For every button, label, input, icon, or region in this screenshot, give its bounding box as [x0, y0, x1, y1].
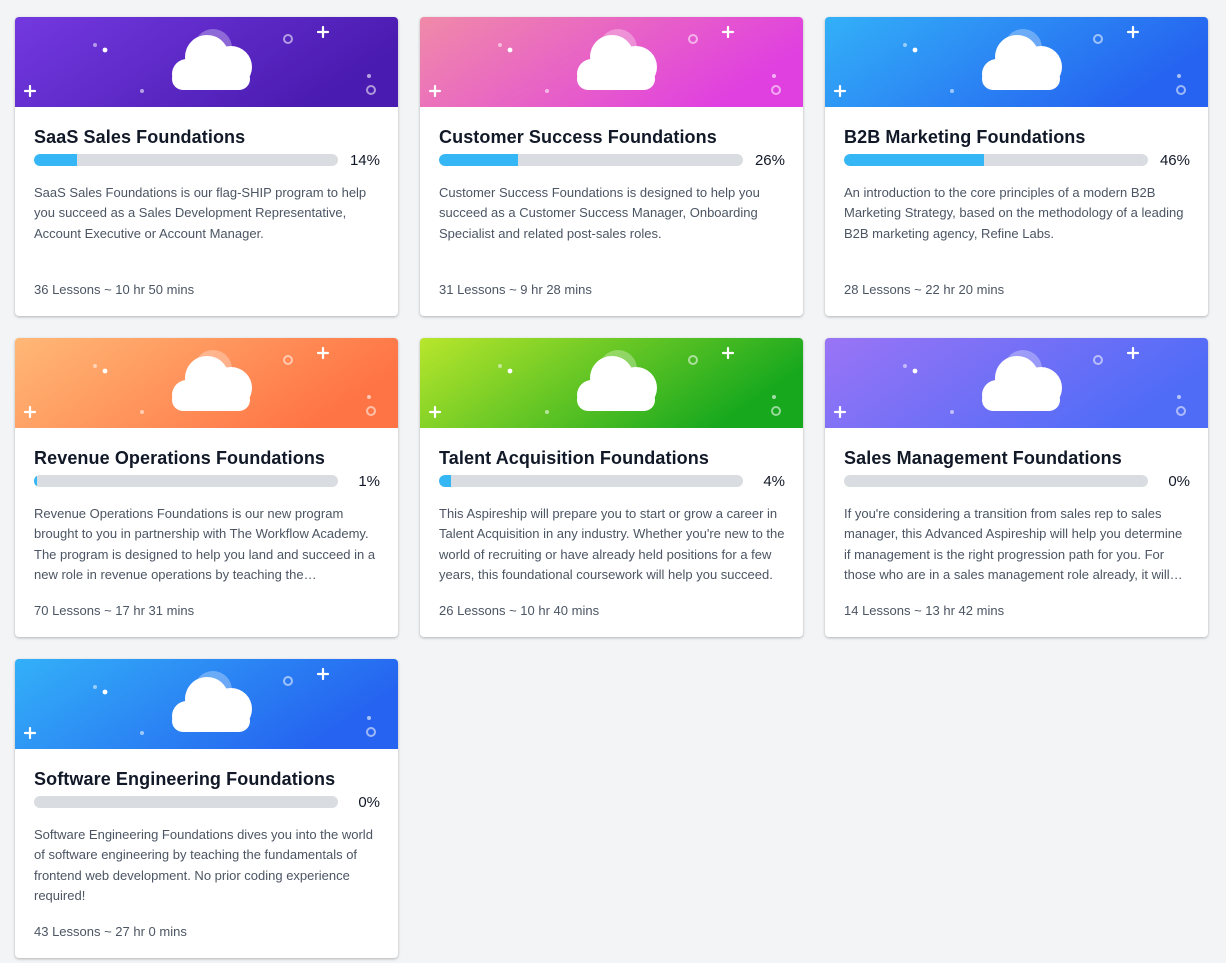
progress-track	[844, 154, 1148, 166]
course-lessons: 28 Lessons ~ 22 hr 20 mins	[844, 282, 1005, 297]
course-body: SaaS Sales Foundations 14% SaaS Sales Fo…	[15, 107, 398, 316]
course-card[interactable]: Revenue Operations Foundations 1% Revenu…	[15, 338, 398, 637]
course-progress: 0%	[34, 793, 380, 811]
course-lessons: 14 Lessons ~ 13 hr 42 mins	[844, 603, 1005, 618]
course-body: Software Engineering Foundations 0% Soft…	[15, 749, 398, 958]
progress-fill	[439, 154, 519, 166]
progress-percent: 14%	[349, 151, 380, 169]
course-body: Revenue Operations Foundations 1% Revenu…	[15, 428, 398, 637]
course-title[interactable]: SaaS Sales Foundations	[34, 126, 380, 148]
banner-art	[825, 338, 1208, 428]
progress-fill	[34, 154, 77, 166]
course-description: Software Engineering Foundations dives y…	[34, 827, 373, 903]
course-card[interactable]: Customer Success Foundations 26% Custome…	[420, 17, 803, 316]
banner-art	[420, 17, 803, 107]
progress-track	[34, 154, 338, 166]
course-progress: 26%	[439, 151, 785, 169]
course-card[interactable]: Sales Management Foundations 0% If you'r…	[825, 338, 1208, 637]
course-banner	[420, 17, 803, 107]
course-description: Customer Success Foundations is designed…	[439, 185, 760, 241]
course-body: B2B Marketing Foundations 46% An introdu…	[825, 107, 1208, 316]
progress-fill	[844, 154, 984, 166]
progress-track	[34, 796, 338, 808]
banner-art	[825, 17, 1208, 107]
banner-art	[15, 338, 398, 428]
course-body: Customer Success Foundations 26% Custome…	[420, 107, 803, 316]
course-progress: 14%	[34, 151, 380, 169]
course-description: Revenue Operations Foundations is our ne…	[34, 506, 376, 582]
banner-art	[15, 659, 398, 749]
progress-percent: 26%	[754, 151, 785, 169]
progress-percent: 0%	[358, 793, 380, 811]
course-lessons: 70 Lessons ~ 17 hr 31 mins	[34, 603, 195, 618]
progress-track	[439, 475, 743, 487]
course-body: Talent Acquisition Foundations 4% This A…	[420, 428, 803, 637]
banner-art	[420, 338, 803, 428]
course-grid: SaaS Sales Foundations 14% SaaS Sales Fo…	[15, 17, 1208, 958]
course-title[interactable]: Software Engineering Foundations	[34, 768, 380, 790]
course-lessons: 43 Lessons ~ 27 hr 0 mins	[34, 924, 187, 939]
course-title[interactable]: Revenue Operations Foundations	[34, 447, 380, 469]
course-title[interactable]: Talent Acquisition Foundations	[439, 447, 785, 469]
course-description: SaaS Sales Foundations is our flag-SHIP …	[34, 185, 367, 241]
course-banner	[15, 659, 398, 749]
progress-percent: 0%	[1168, 472, 1190, 490]
course-progress: 0%	[844, 472, 1190, 490]
course-banner	[825, 338, 1208, 428]
course-progress: 46%	[844, 151, 1190, 169]
progress-fill	[439, 475, 452, 487]
course-lessons: 26 Lessons ~ 10 hr 40 mins	[439, 603, 600, 618]
progress-percent: 4%	[763, 472, 785, 490]
course-progress: 4%	[439, 472, 785, 490]
course-banner	[420, 338, 803, 428]
course-title[interactable]: B2B Marketing Foundations	[844, 126, 1190, 148]
course-body: Sales Management Foundations 0% If you'r…	[825, 428, 1208, 637]
course-card[interactable]: B2B Marketing Foundations 46% An introdu…	[825, 17, 1208, 316]
course-title[interactable]: Customer Success Foundations	[439, 126, 785, 148]
course-title[interactable]: Sales Management Foundations	[844, 447, 1190, 469]
progress-track	[34, 475, 338, 487]
course-progress: 1%	[34, 472, 380, 490]
course-banner	[15, 338, 398, 428]
progress-track	[439, 154, 743, 166]
course-banner	[825, 17, 1208, 107]
course-description: This Aspireship will prepare you to star…	[439, 506, 785, 582]
progress-track	[844, 475, 1148, 487]
course-description: An introduction to the core principles o…	[844, 185, 1184, 241]
course-card[interactable]: SaaS Sales Foundations 14% SaaS Sales Fo…	[15, 17, 398, 316]
course-lessons: 36 Lessons ~ 10 hr 50 mins	[34, 282, 195, 297]
course-card[interactable]: Software Engineering Foundations 0% Soft…	[15, 659, 398, 958]
banner-art	[15, 17, 398, 107]
progress-percent: 1%	[358, 472, 380, 490]
course-banner	[15, 17, 398, 107]
course-description: If you're considering a transition from …	[844, 506, 1183, 582]
progress-percent: 46%	[1159, 151, 1190, 169]
course-card[interactable]: Talent Acquisition Foundations 4% This A…	[420, 338, 803, 637]
course-lessons: 31 Lessons ~ 9 hr 28 mins	[439, 282, 592, 297]
progress-fill	[34, 475, 38, 487]
